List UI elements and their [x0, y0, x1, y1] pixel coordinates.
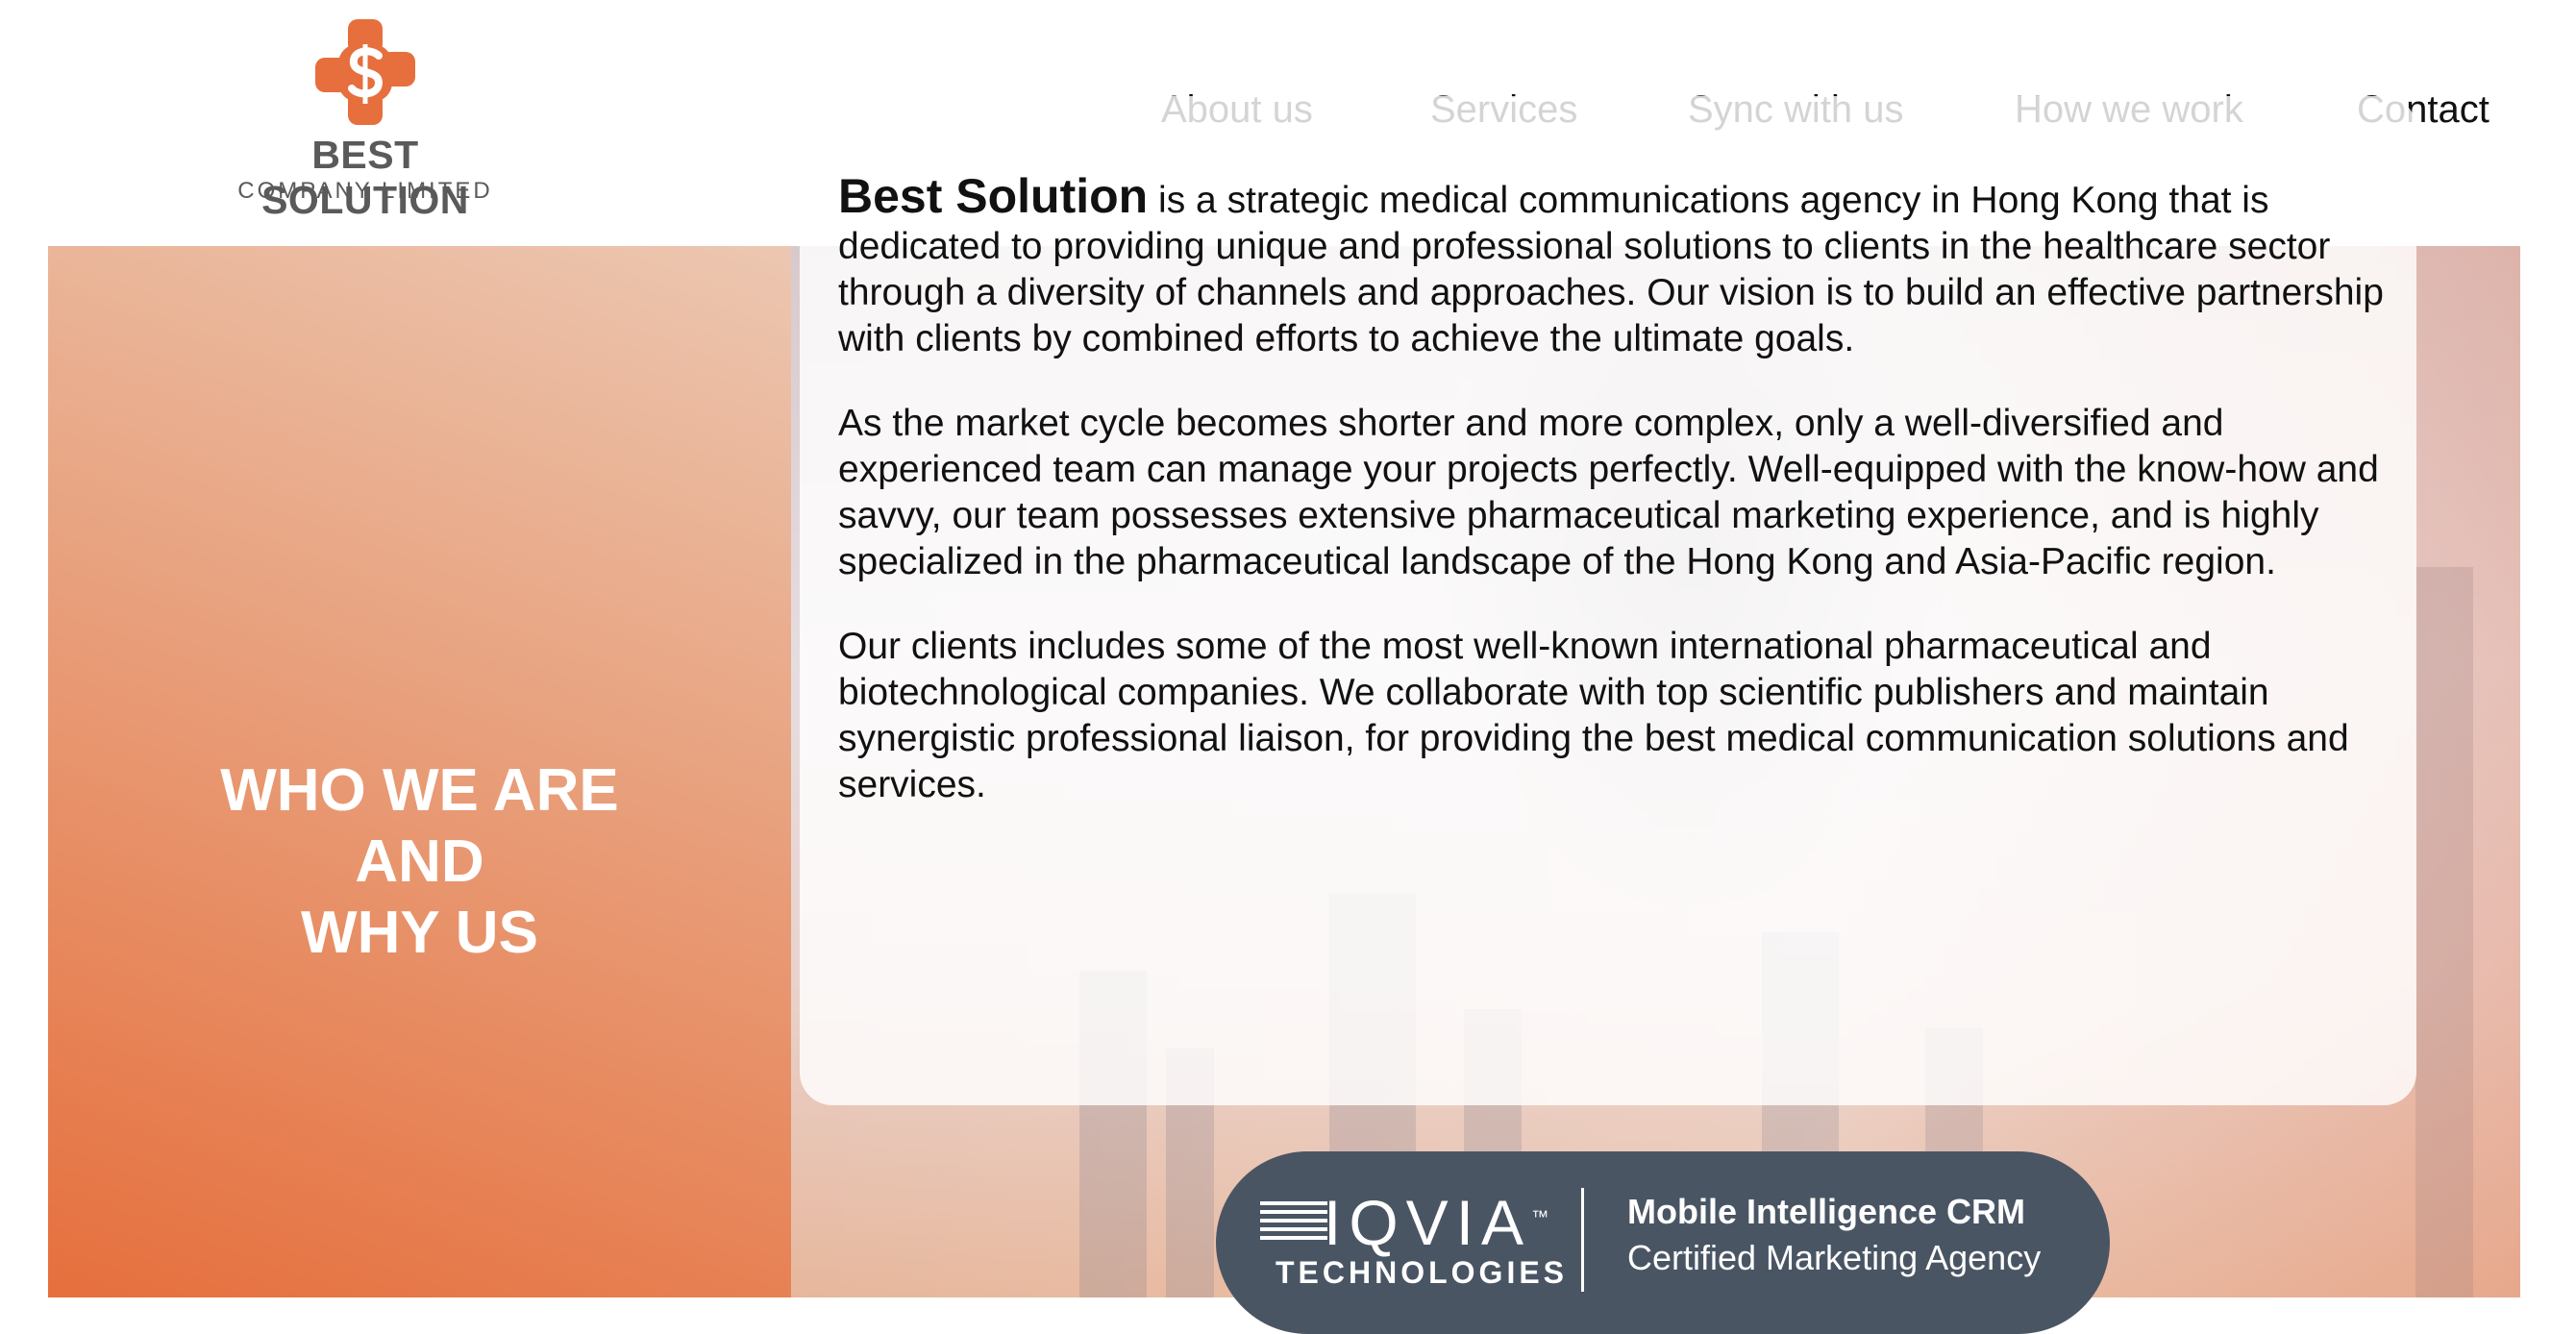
hero-title-panel: WHO WE ARE AND WHY US [48, 246, 791, 1297]
about-paragraph-3: Our clients includes some of the most we… [838, 626, 2349, 805]
hero-title-line-3: WHY US [301, 900, 538, 966]
badge-line-2: Certified Marketing Agency [1627, 1238, 2042, 1277]
badge-brand-text: IQVIA [1324, 1187, 1532, 1258]
logo-subtitle: COMPANY LIMITED [237, 178, 493, 204]
badge-trademark: ™ [1531, 1207, 1549, 1226]
badge-line-1: Mobile Intelligence CRM [1627, 1192, 2026, 1231]
brand-lead: Best Solution [838, 169, 1149, 223]
iqvia-certification-badge: IQVIA™ TECHNOLOGIES Mobile Intelligence … [1216, 1151, 2110, 1334]
about-paragraph-1: Best Solution is a strategic medical com… [838, 172, 2386, 362]
about-text: Best Solution is a strategic medical com… [838, 172, 2386, 847]
badge-subtitle: TECHNOLOGIES [1276, 1255, 1569, 1290]
hero-title-line-1: WHO WE ARE [220, 757, 619, 824]
iqvia-lines-icon [1260, 1201, 1327, 1246]
hero-title: WHO WE ARE AND WHY US [48, 755, 791, 969]
badge-brand: IQVIA™ [1324, 1186, 1548, 1259]
badge-divider [1581, 1188, 1584, 1292]
about-paragraph-2: As the market cycle becomes shorter and … [838, 403, 2379, 582]
about-card: Best Solution is a strategic medical com… [800, 96, 2416, 1105]
hero-title-line-2: AND [355, 828, 484, 895]
